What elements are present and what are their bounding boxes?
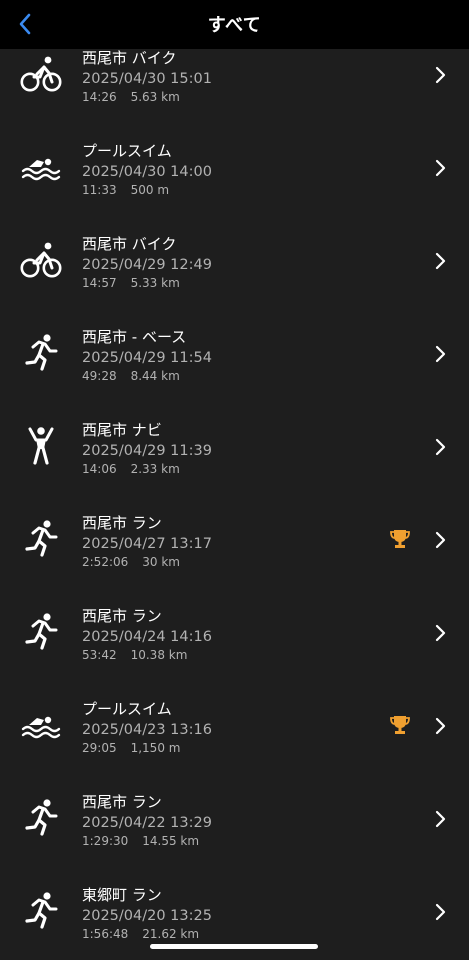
activity-stats: 1:56:48 21.62 km xyxy=(82,926,212,942)
home-indicator xyxy=(150,944,318,949)
activity-distance: 14.55 km xyxy=(142,834,200,848)
activity-time: 14:57 xyxy=(82,276,117,290)
run-icon xyxy=(20,612,62,652)
activity-time: 1:29:30 xyxy=(82,834,129,848)
bike-icon xyxy=(20,54,62,94)
run-icon xyxy=(20,519,62,559)
activity-texts: 西尾市 - ベース 2025/04/29 11:54 49:28 8.44 km xyxy=(82,327,212,384)
activity-stats: 14:26 5.63 km xyxy=(82,89,212,105)
activity-texts: 西尾市 ナビ 2025/04/29 11:39 14:06 2.33 km xyxy=(82,420,212,477)
activity-date: 2025/04/30 14:00 xyxy=(82,164,212,180)
chevron-right-icon xyxy=(434,252,446,270)
activity-title: 西尾市 バイク xyxy=(82,49,177,67)
activity-title: 西尾市 バイク xyxy=(82,235,177,253)
activity-row[interactable]: プールスイム 2025/04/30 14:00 11:33 500 m xyxy=(0,122,469,215)
activity-row[interactable]: 西尾市 - ベース 2025/04/29 11:54 49:28 8.44 km xyxy=(0,308,469,401)
activity-date: 2025/04/24 14:16 xyxy=(82,629,212,645)
activity-date: 2025/04/20 13:25 xyxy=(82,908,212,924)
activity-stats: 14:06 2.33 km xyxy=(82,461,212,477)
activity-title: 西尾市 ラン xyxy=(82,793,162,811)
activity-stats: 11:33 500 m xyxy=(82,182,212,198)
activity-title: 東郷町 ラン xyxy=(82,886,162,904)
top-bar: すべて xyxy=(0,0,469,49)
activity-title: 西尾市 ラン xyxy=(82,607,162,625)
activity-list: 西尾市 バイク 2025/04/30 15:01 14:26 5.63 km プールスイ… xyxy=(0,29,469,959)
swim-icon xyxy=(20,147,62,187)
run-icon xyxy=(20,798,62,838)
activity-date: 2025/04/22 13:29 xyxy=(82,815,212,831)
page-title: すべて xyxy=(207,15,262,36)
activity-distance: 30 km xyxy=(142,555,180,569)
activity-row[interactable]: プールスイム 2025/04/23 13:16 29:05 1,150 m xyxy=(0,680,469,773)
activity-distance: 2.33 km xyxy=(130,462,180,476)
activity-stats: 29:05 1,150 m xyxy=(82,740,212,756)
run-icon xyxy=(20,333,62,373)
chevron-right-icon xyxy=(434,717,446,735)
activity-texts: 西尾市 ラン 2025/04/22 13:29 1:29:30 14.55 km xyxy=(82,792,212,849)
activity-date: 2025/04/29 12:49 xyxy=(82,257,212,273)
activity-stats: 14:57 5.33 km xyxy=(82,275,212,291)
chevron-right-icon xyxy=(434,438,446,456)
activity-time: 49:28 xyxy=(82,369,117,383)
activity-distance: 8.44 km xyxy=(130,369,180,383)
chevron-right-icon xyxy=(434,66,446,84)
activity-title: 西尾市 ナビ xyxy=(82,421,162,439)
swim-icon xyxy=(20,705,62,745)
activity-row[interactable]: 西尾市 ラン 2025/04/27 13:17 2:52:06 30 km xyxy=(0,494,469,587)
activity-title: プールスイム xyxy=(82,142,172,160)
activity-texts: 西尾市 ラン 2025/04/24 14:16 53:42 10.38 km xyxy=(82,606,212,663)
activity-distance: 5.63 km xyxy=(130,90,180,104)
chevron-right-icon xyxy=(434,345,446,363)
trophy-icon xyxy=(389,714,411,736)
bike-icon xyxy=(20,240,62,280)
trophy-icon xyxy=(389,528,411,550)
run-icon xyxy=(20,891,62,931)
activity-time: 1:56:48 xyxy=(82,927,129,941)
activity-time: 2:52:06 xyxy=(82,555,129,569)
activity-texts: プールスイム 2025/04/23 13:16 29:05 1,150 m xyxy=(82,699,212,756)
activity-time: 14:26 xyxy=(82,90,117,104)
activity-date: 2025/04/29 11:39 xyxy=(82,443,212,459)
activity-date: 2025/04/27 13:17 xyxy=(82,536,212,552)
activity-distance: 500 m xyxy=(130,183,170,197)
activity-time: 11:33 xyxy=(82,183,117,197)
activity-time: 14:06 xyxy=(82,462,117,476)
chevron-right-icon xyxy=(434,531,446,549)
activity-stats: 2:52:06 30 km xyxy=(82,554,212,570)
activity-stats: 49:28 8.44 km xyxy=(82,368,212,384)
activity-texts: 西尾市 ラン 2025/04/27 13:17 2:52:06 30 km xyxy=(82,513,212,570)
activity-texts: 東郷町 ラン 2025/04/20 13:25 1:56:48 21.62 km xyxy=(82,885,212,942)
activity-distance: 21.62 km xyxy=(142,927,200,941)
chevron-right-icon xyxy=(434,624,446,642)
activity-time: 29:05 xyxy=(82,741,117,755)
activity-row[interactable]: 西尾市 バイク 2025/04/29 12:49 14:57 5.33 km xyxy=(0,215,469,308)
activity-title: 西尾市 ラン xyxy=(82,514,162,532)
activity-stats: 1:29:30 14.55 km xyxy=(82,833,212,849)
activity-row[interactable]: 西尾市 ナビ 2025/04/29 11:39 14:06 2.33 km xyxy=(0,401,469,494)
activity-distance: 1,150 m xyxy=(130,741,181,755)
activity-time: 53:42 xyxy=(82,648,117,662)
activity-texts: プールスイム 2025/04/30 14:00 11:33 500 m xyxy=(82,141,212,198)
activity-texts: 西尾市 バイク 2025/04/30 15:01 14:26 5.63 km xyxy=(82,48,212,105)
activity-row[interactable]: 西尾市 ラン 2025/04/22 13:29 1:29:30 14.55 km xyxy=(0,773,469,866)
activity-texts: 西尾市 バイク 2025/04/29 12:49 14:57 5.33 km xyxy=(82,234,212,291)
activity-title: 西尾市 - ベース xyxy=(82,328,187,346)
chevron-right-icon xyxy=(434,159,446,177)
chevron-right-icon xyxy=(434,903,446,921)
activity-row[interactable]: 西尾市 ラン 2025/04/24 14:16 53:42 10.38 km xyxy=(0,587,469,680)
chevron-right-icon xyxy=(434,810,446,828)
activity-stats: 53:42 10.38 km xyxy=(82,647,212,663)
person-icon xyxy=(20,426,62,466)
activity-date: 2025/04/30 15:01 xyxy=(82,71,212,87)
activity-distance: 5.33 km xyxy=(130,276,180,290)
activity-date: 2025/04/29 11:54 xyxy=(82,350,212,366)
activity-title: プールスイム xyxy=(82,700,172,718)
activity-distance: 10.38 km xyxy=(130,648,188,662)
activity-date: 2025/04/23 13:16 xyxy=(82,722,212,738)
